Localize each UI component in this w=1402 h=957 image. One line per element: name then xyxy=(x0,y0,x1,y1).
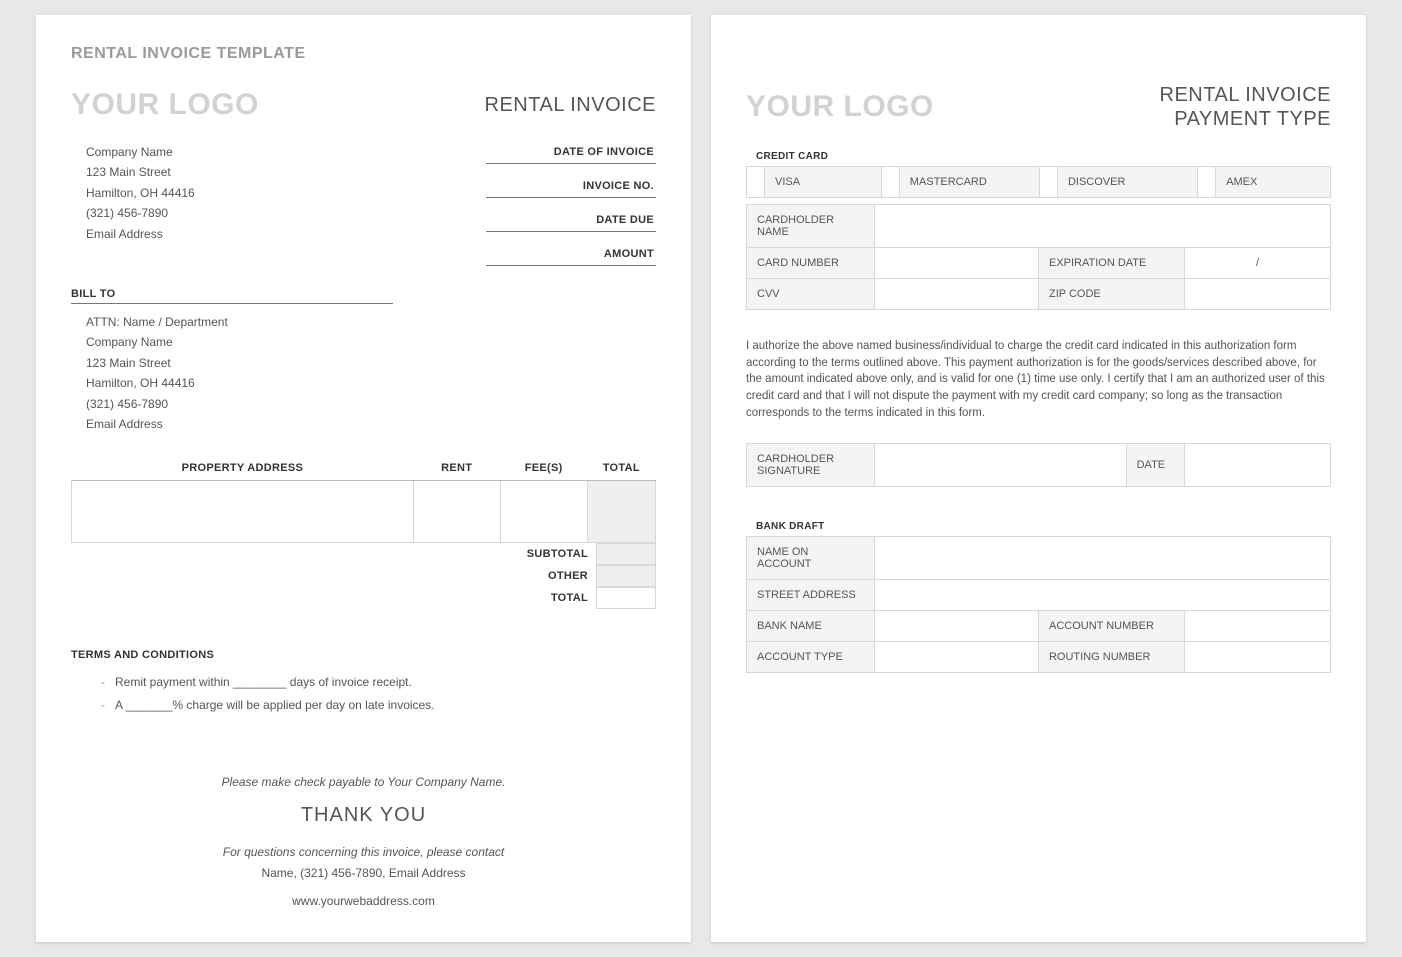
invoice-no-field[interactable]: INVOICE NO. xyxy=(486,176,656,198)
card-number-input[interactable] xyxy=(875,248,1039,279)
routing-number-input[interactable] xyxy=(1184,642,1330,673)
totals-block: SUBTOTAL OTHER TOTAL xyxy=(456,543,656,609)
title-line1: RENTAL INVOICE xyxy=(1160,83,1331,107)
other-label: OTHER xyxy=(456,565,596,587)
company-street: 123 Main Street xyxy=(86,162,195,182)
account-type-input[interactable] xyxy=(875,642,1039,673)
logo-placeholder-2: YOUR LOGO xyxy=(746,90,934,124)
name-on-account-input[interactable] xyxy=(875,537,1331,580)
sig-date-label: DATE xyxy=(1126,444,1184,487)
account-number-input[interactable] xyxy=(1184,611,1330,642)
street-address-input[interactable] xyxy=(875,580,1331,611)
web-address: www.yourwebaddress.com xyxy=(71,891,656,911)
company-meta-row: Company Name 123 Main Street Hamilton, O… xyxy=(71,142,656,278)
term-item: A _______% charge will be applied per da… xyxy=(101,694,656,717)
company-name: Company Name xyxy=(86,142,195,162)
company-phone: (321) 456-7890 xyxy=(86,203,195,223)
name-on-account-label: NAME ON ACCOUNT xyxy=(747,537,875,580)
total-value[interactable] xyxy=(596,587,656,609)
header-row: YOUR LOGO RENTAL INVOICE xyxy=(71,88,656,122)
authorization-text: I authorize the above named business/ind… xyxy=(746,338,1331,421)
invoice-page-2: YOUR LOGO RENTAL INVOICE PAYMENT TYPE CR… xyxy=(711,15,1366,942)
company-block: Company Name 123 Main Street Hamilton, O… xyxy=(71,142,195,244)
card-number-label: CARD NUMBER xyxy=(747,248,875,279)
cc-fields-table: CARDHOLDER NAME CARD NUMBER EXPIRATION D… xyxy=(746,204,1331,310)
payment-title: RENTAL INVOICE PAYMENT TYPE xyxy=(1160,83,1331,131)
terms-section: TERMS AND CONDITIONS Remit payment withi… xyxy=(71,649,656,717)
meta-fields: DATE OF INVOICE INVOICE NO. DATE DUE AMO… xyxy=(486,142,656,278)
cvv-input[interactable] xyxy=(875,279,1039,310)
bank-draft-header: BANK DRAFT xyxy=(756,521,1331,532)
company-city: Hamilton, OH 44416 xyxy=(86,183,195,203)
amex-label: AMEX xyxy=(1216,167,1331,198)
contact-intro: For questions concerning this invoice, p… xyxy=(71,842,656,862)
date-of-invoice-field[interactable]: DATE OF INVOICE xyxy=(486,142,656,164)
total-label: TOTAL xyxy=(456,587,596,609)
col-property: PROPERTY ADDRESS xyxy=(72,456,414,481)
bill-to-label: BILL TO xyxy=(71,288,393,304)
bill-to-block: ATTN: Name / Department Company Name 123… xyxy=(71,312,393,434)
billto-street: 123 Main Street xyxy=(86,353,393,373)
signature-label: CARDHOLDER SIGNATURE xyxy=(747,444,875,487)
amount-field[interactable]: AMOUNT xyxy=(486,244,656,266)
discover-checkbox[interactable] xyxy=(1039,167,1057,198)
routing-number-label: ROUTING NUMBER xyxy=(1038,642,1184,673)
col-total: TOTAL xyxy=(587,456,655,481)
account-type-label: ACCOUNT TYPE xyxy=(747,642,875,673)
billto-phone: (321) 456-7890 xyxy=(86,394,393,414)
credit-card-header: CREDIT CARD xyxy=(756,151,1331,162)
cvv-label: CVV xyxy=(747,279,875,310)
invoice-page-1: RENTAL INVOICE TEMPLATE YOUR LOGO RENTAL… xyxy=(36,15,691,942)
subtotal-label: SUBTOTAL xyxy=(456,543,596,565)
expiration-label: EXPIRATION DATE xyxy=(1038,248,1184,279)
billto-attn: ATTN: Name / Department xyxy=(86,312,393,332)
subtotal-value[interactable] xyxy=(596,543,656,565)
template-title: RENTAL INVOICE TEMPLATE xyxy=(71,45,656,63)
bank-fields-table: NAME ON ACCOUNT STREET ADDRESS BANK NAME… xyxy=(746,536,1331,673)
signature-table: CARDHOLDER SIGNATURE DATE xyxy=(746,443,1331,487)
billto-name: Company Name xyxy=(86,332,393,352)
col-fees: FEE(S) xyxy=(500,456,587,481)
card-type-table: VISA MASTERCARD DISCOVER AMEX xyxy=(746,166,1331,198)
footer: Please make check payable to Your Compan… xyxy=(71,772,656,912)
visa-label: VISA xyxy=(765,167,882,198)
logo-placeholder: YOUR LOGO xyxy=(71,88,259,122)
sig-date-input[interactable] xyxy=(1185,444,1331,487)
invoice-title: RENTAL INVOICE xyxy=(485,94,656,117)
table-row[interactable] xyxy=(72,481,656,543)
discover-label: DISCOVER xyxy=(1057,167,1197,198)
bank-name-label: BANK NAME xyxy=(747,611,875,642)
term-item: Remit payment within ________ days of in… xyxy=(101,671,656,694)
date-due-field[interactable]: DATE DUE xyxy=(486,210,656,232)
billto-email: Email Address xyxy=(86,414,393,434)
zip-input[interactable] xyxy=(1184,279,1330,310)
title-line2: PAYMENT TYPE xyxy=(1160,107,1331,131)
terms-label: TERMS AND CONDITIONS xyxy=(71,649,656,661)
other-value[interactable] xyxy=(596,565,656,587)
thank-you: THANK YOU xyxy=(71,798,656,832)
amex-checkbox[interactable] xyxy=(1198,167,1216,198)
mastercard-checkbox[interactable] xyxy=(881,167,899,198)
cardholder-name-label: CARDHOLDER NAME xyxy=(747,205,875,248)
header-row-2: YOUR LOGO RENTAL INVOICE PAYMENT TYPE xyxy=(746,83,1331,131)
signature-input[interactable] xyxy=(875,444,1126,487)
zip-label: ZIP CODE xyxy=(1038,279,1184,310)
company-email: Email Address xyxy=(86,224,195,244)
billto-city: Hamilton, OH 44416 xyxy=(86,373,393,393)
items-table: PROPERTY ADDRESS RENT FEE(S) TOTAL xyxy=(71,456,656,543)
mastercard-label: MASTERCARD xyxy=(899,167,1039,198)
expiration-input[interactable]: / xyxy=(1184,248,1330,279)
visa-checkbox[interactable] xyxy=(747,167,765,198)
payable-line: Please make check payable to Your Compan… xyxy=(71,772,656,792)
col-rent: RENT xyxy=(413,456,500,481)
street-address-label: STREET ADDRESS xyxy=(747,580,875,611)
account-number-label: ACCOUNT NUMBER xyxy=(1038,611,1184,642)
bank-name-input[interactable] xyxy=(875,611,1039,642)
cardholder-name-input[interactable] xyxy=(875,205,1331,248)
contact-line: Name, (321) 456-7890, Email Address xyxy=(71,863,656,883)
